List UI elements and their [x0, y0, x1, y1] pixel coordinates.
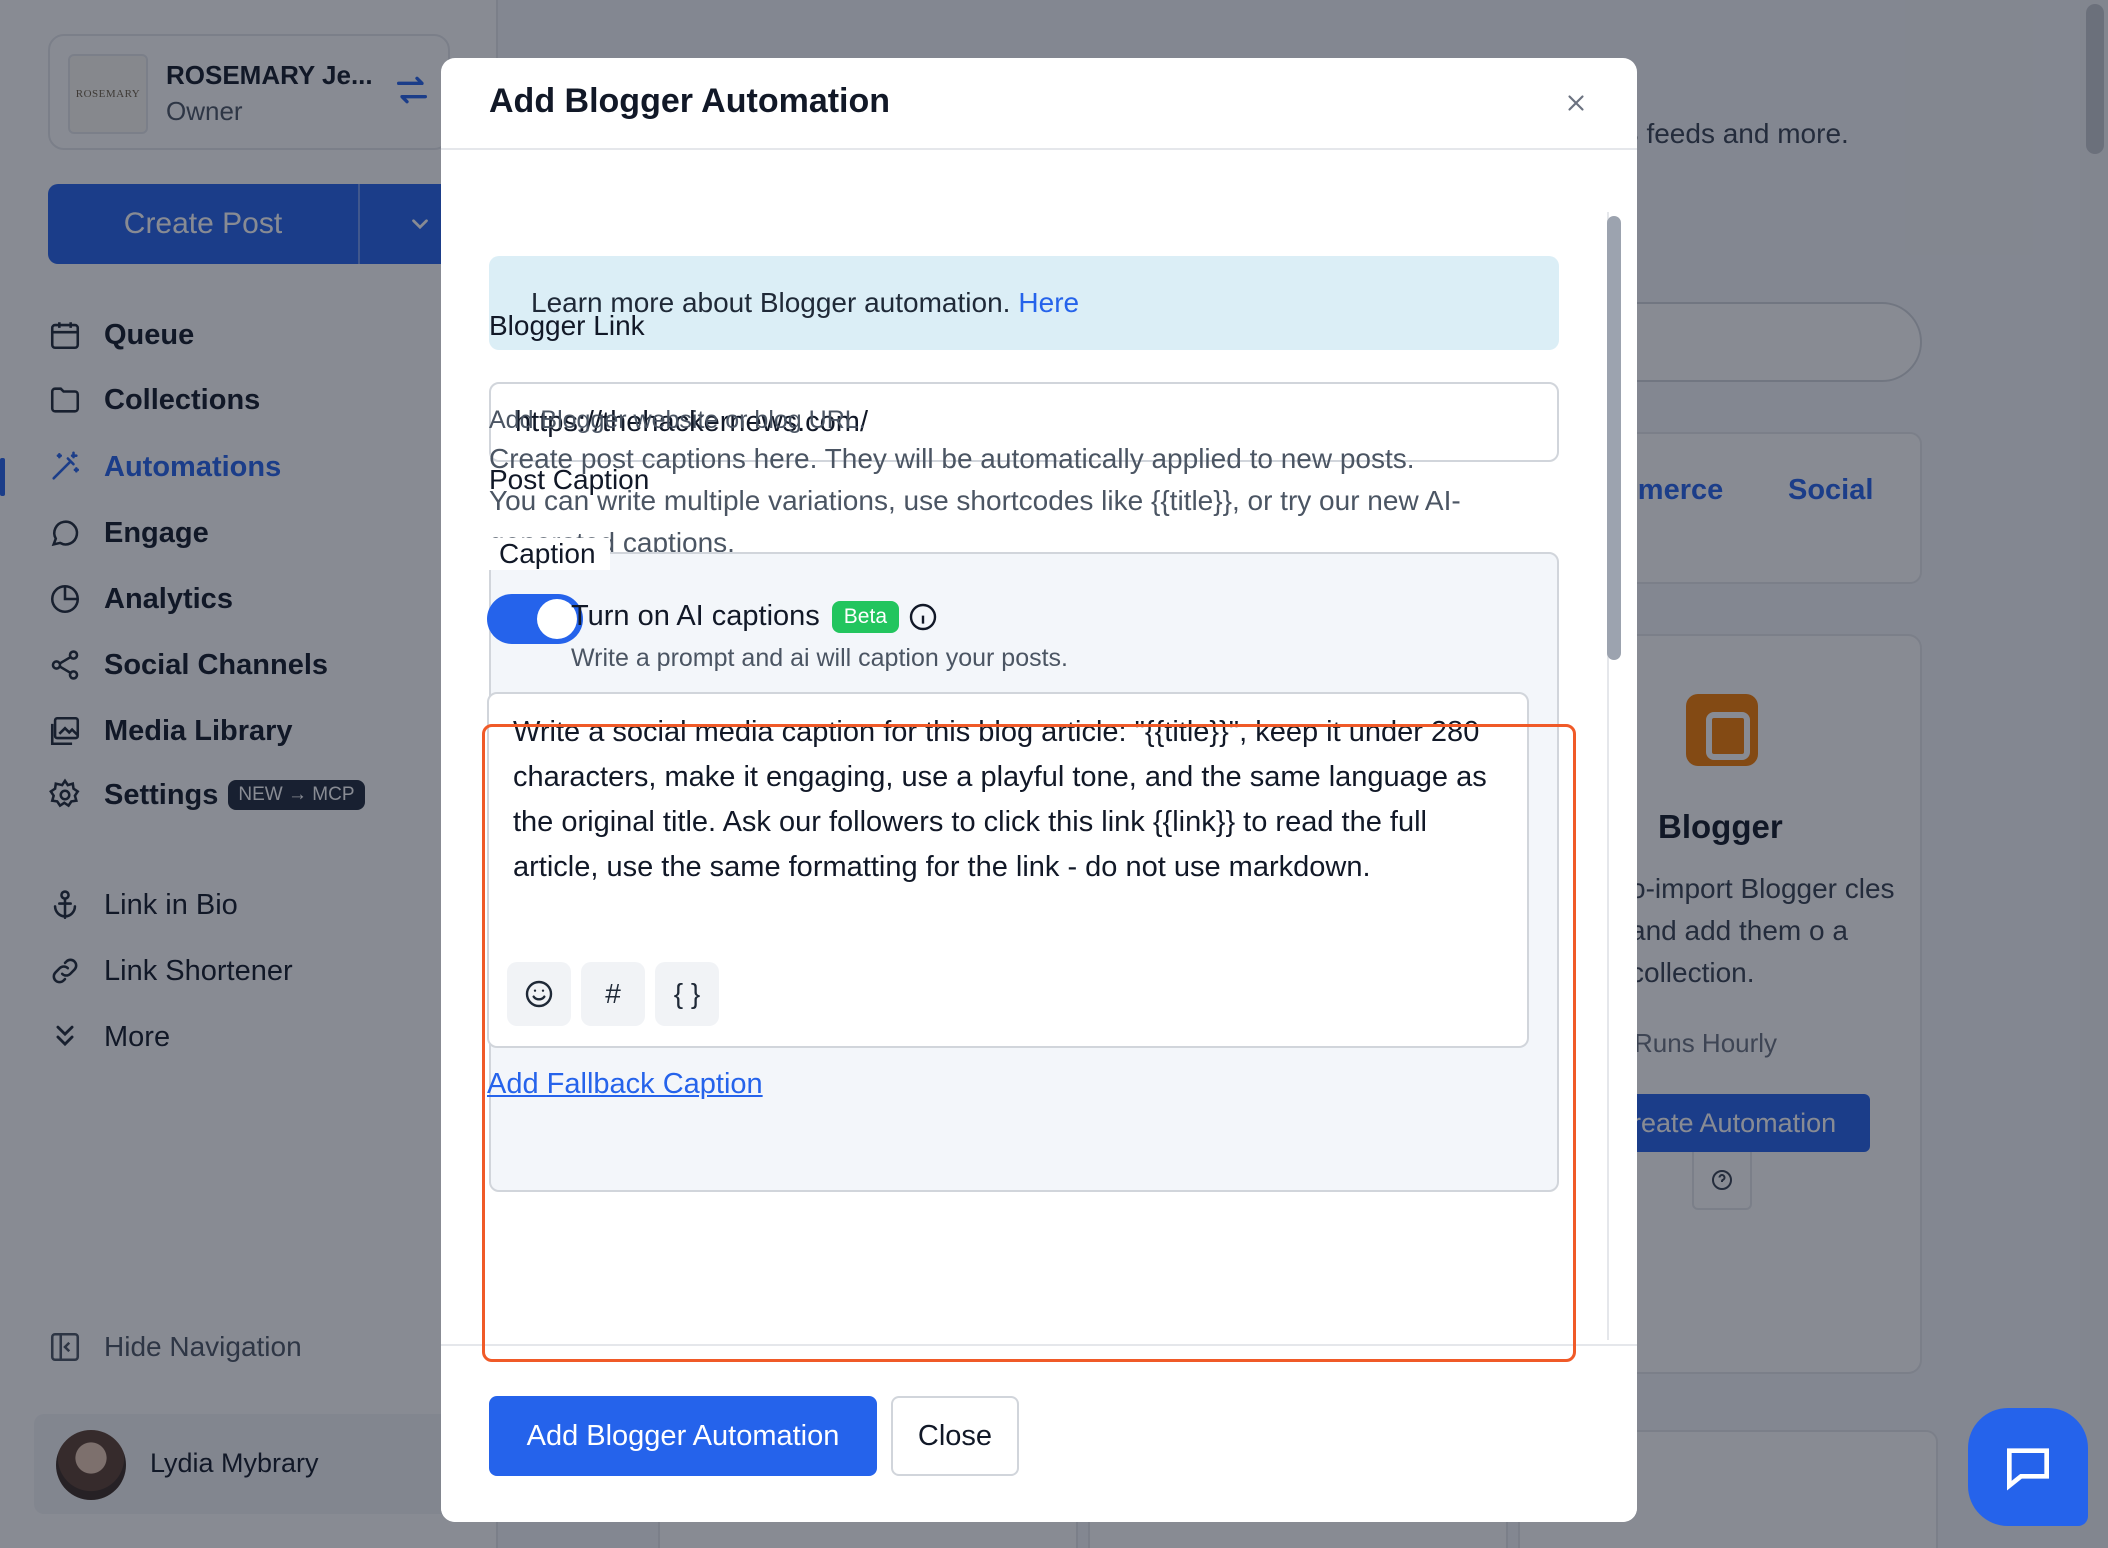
modal-scrollbar-thumb[interactable]	[1607, 216, 1621, 660]
emoji-button[interactable]	[507, 962, 571, 1026]
close-icon[interactable]	[1563, 90, 1589, 116]
add-fallback-caption-link[interactable]: Add Fallback Caption	[487, 1068, 763, 1101]
add-blogger-automation-button[interactable]: Add Blogger Automation	[489, 1396, 877, 1476]
add-blogger-automation-modal: Add Blogger Automation Learn more about …	[441, 58, 1637, 1522]
post-caption-description: Create post captions here. They will be …	[489, 438, 1559, 564]
info-banner: Learn more about Blogger automation. Her…	[489, 256, 1559, 350]
modal-title: Add Blogger Automation	[489, 82, 891, 120]
hashtag-icon: #	[605, 978, 621, 1009]
emoji-icon	[525, 980, 553, 1008]
hashtag-button[interactable]: #	[581, 962, 645, 1026]
learn-more-link[interactable]: Here	[1018, 287, 1079, 319]
beta-badge: Beta	[831, 600, 899, 633]
ai-prompt-text[interactable]: Write a social media caption for this bl…	[513, 710, 1513, 890]
blogger-link-help: Add Blogger website or blog URL.	[489, 406, 866, 434]
shortcode-button[interactable]: { }	[655, 962, 719, 1026]
info-icon[interactable]	[907, 601, 939, 633]
ai-captions-label: Turn on AI captions	[571, 600, 820, 632]
ai-captions-toggle[interactable]	[487, 594, 583, 644]
braces-icon: { }	[673, 978, 701, 1009]
blogger-link-label: Blogger Link	[489, 310, 645, 341]
ai-prompt-textarea[interactable]: Write a social media caption for this bl…	[487, 692, 1529, 1048]
post-caption-desc-line: Create post captions here. They will be …	[489, 443, 1415, 474]
caption-legend: Caption	[485, 538, 610, 570]
modal-footer: Add Blogger Automation Close	[441, 1344, 1637, 1522]
ai-captions-label-row: Turn on AI captions Beta	[571, 600, 939, 633]
close-button[interactable]: Close	[891, 1396, 1019, 1476]
modal-header: Add Blogger Automation	[441, 58, 1637, 150]
ai-captions-help: Write a prompt and ai will caption your …	[571, 644, 1068, 672]
support-chat-button[interactable]	[1968, 1408, 2088, 1526]
chat-icon	[2007, 1448, 2049, 1491]
